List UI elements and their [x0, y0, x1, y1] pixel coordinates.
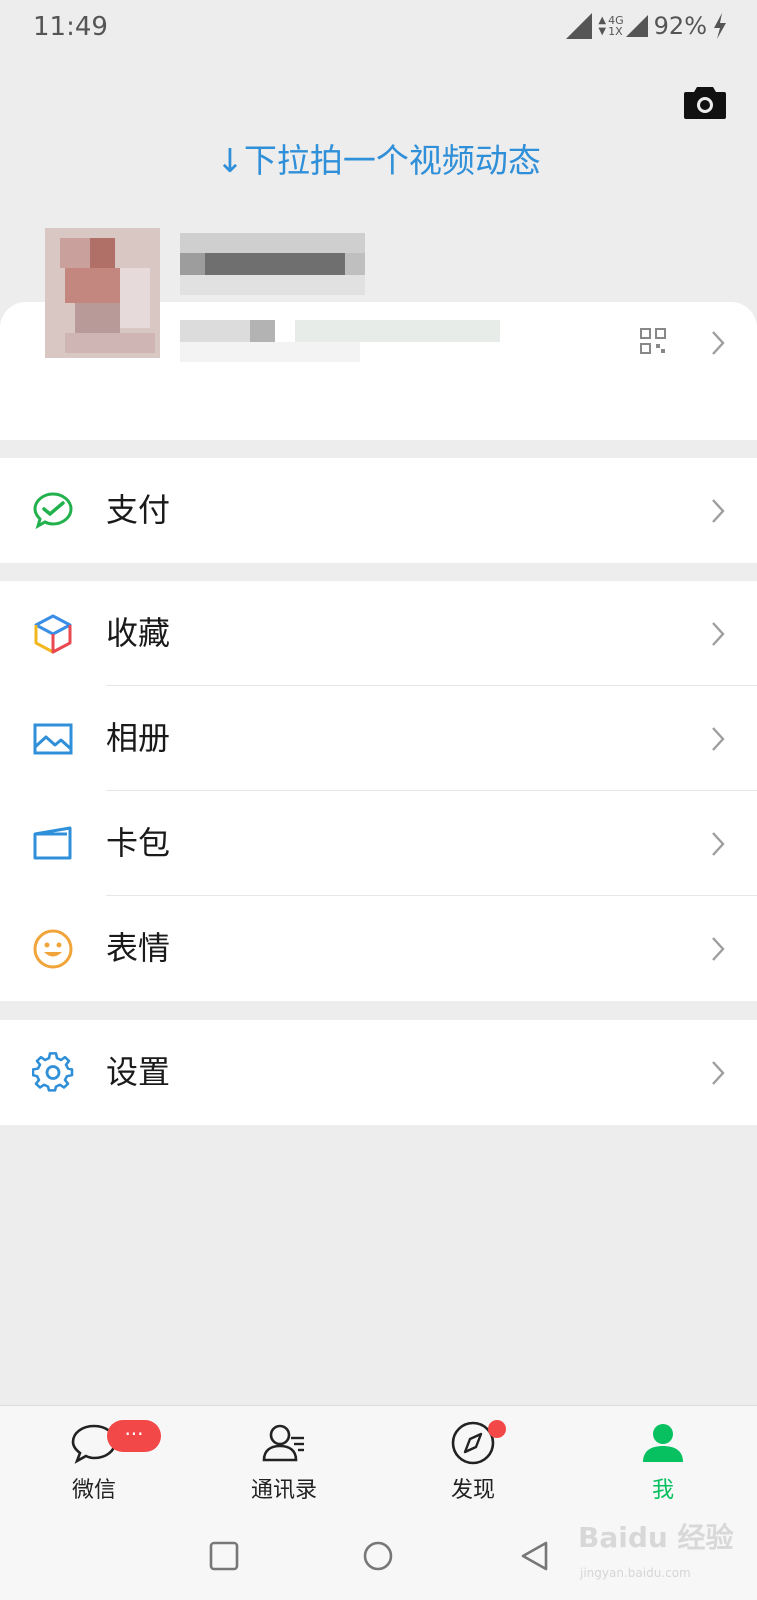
network-type-bottom: 1X — [608, 25, 623, 38]
profile-avatar-blurred[interactable] — [45, 228, 525, 370]
tab-label: 微信 — [71, 1478, 116, 1503]
card-wallet-icon — [33, 826, 72, 860]
status-icons: ▲ ▼ 4G 1X 92% — [566, 12, 727, 40]
tab-label: 我 — [651, 1478, 674, 1503]
battery-level: 92% — [653, 12, 707, 40]
menu-item-album[interactable]: 相册 — [0, 686, 757, 791]
menu-item-label: 收藏 — [106, 614, 171, 652]
pull-down-video-hint: ↓下拉拍一个视频动态 — [216, 141, 541, 180]
tab-contacts[interactable]: 通讯录 — [214, 1406, 354, 1516]
status-time: 11:49 — [33, 12, 108, 42]
album-image-icon — [33, 723, 73, 755]
charging-icon — [714, 13, 726, 39]
contacts-person-icon — [262, 1424, 304, 1462]
camera-icon[interactable] — [684, 84, 726, 120]
menu-item-label: 相册 — [106, 719, 171, 757]
watermark-logo: Baidu 经验 — [578, 1521, 734, 1554]
menu-item-settings[interactable]: 设置 — [0, 1020, 757, 1125]
services-section: 收藏 相册 卡包 表情 — [0, 581, 757, 1001]
menu-item-cards[interactable]: 卡包 — [0, 791, 757, 896]
menu-item-label: 表情 — [106, 929, 171, 967]
menu-item-label: 支付 — [106, 491, 171, 529]
menu-item-stickers[interactable]: 表情 — [0, 896, 757, 1001]
chevron-right-icon — [711, 621, 725, 647]
menu-item-pay[interactable]: 支付 — [0, 458, 757, 563]
menu-item-favorites[interactable]: 收藏 — [0, 581, 757, 686]
chevron-right-icon — [711, 936, 725, 962]
menu-item-label: 设置 — [106, 1053, 171, 1091]
pay-section: 支付 — [0, 458, 757, 563]
back-icon[interactable] — [518, 1539, 552, 1573]
signal-icon — [566, 13, 593, 39]
smiley-face-icon — [33, 929, 73, 969]
me-person-icon — [643, 1424, 683, 1462]
tab-label: 发现 — [450, 1478, 495, 1503]
tab-label: 通讯录 — [250, 1478, 317, 1503]
tab-me[interactable]: 我 — [593, 1406, 733, 1516]
watermark-url: jingyan.baidu.com — [580, 1566, 691, 1580]
tab-discover[interactable]: 发现 — [403, 1406, 543, 1516]
unread-badge: ··· — [107, 1420, 161, 1452]
gear-icon — [32, 1052, 74, 1092]
settings-section: 设置 — [0, 1020, 757, 1125]
network-type-icon: ▲ ▼ 4G 1X — [598, 15, 648, 38]
wechat-pay-icon — [33, 492, 73, 530]
chevron-right-icon — [711, 726, 725, 752]
qr-code-icon[interactable] — [640, 328, 666, 354]
chevron-right-icon — [711, 1060, 725, 1086]
home-icon[interactable] — [361, 1539, 395, 1573]
bottom-tab-bar: 微信 ··· 通讯录 发现 我 — [0, 1405, 757, 1516]
recent-apps-icon[interactable] — [207, 1539, 241, 1573]
profile-chevron-icon — [711, 330, 725, 356]
favorites-cube-icon — [34, 614, 72, 654]
status-bar: 11:49 ▲ ▼ 4G 1X 92% — [0, 0, 757, 56]
new-moments-dot — [488, 1420, 506, 1438]
chevron-right-icon — [711, 498, 725, 524]
menu-item-label: 卡包 — [106, 824, 171, 862]
chevron-right-icon — [711, 831, 725, 857]
